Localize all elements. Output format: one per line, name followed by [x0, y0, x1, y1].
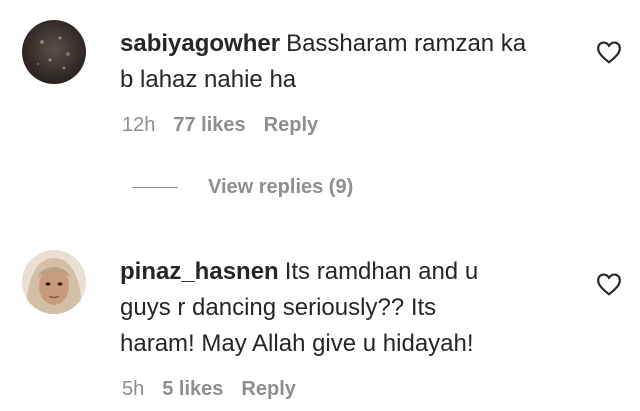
view-replies-label[interactable]: View replies (9) [208, 176, 353, 198]
comment-username[interactable]: sabiyagowher [120, 30, 280, 57]
comment-likes[interactable]: 5 likes [162, 378, 223, 400]
comment-time: 12h [122, 114, 156, 136]
heart-outline-icon[interactable] [596, 40, 622, 64]
avatar[interactable] [22, 20, 86, 84]
comment-body: sabiyagowher Bassharam ramzan ka b lahaz … [120, 26, 580, 98]
reply-button[interactable]: Reply [241, 378, 295, 400]
comment-item: sabiyagowher Bassharam ramzan ka b lahaz … [0, 0, 640, 170]
comment-text: haram! May Allah give u hidayah! [120, 330, 474, 357]
comment-text: guys r dancing seriously?? Its [120, 294, 437, 321]
comment-body: pinaz_hasnen Its ramdhan and u guys r dan… [120, 254, 590, 362]
comment-text: b lahaz nahie ha [120, 66, 297, 93]
view-replies-button[interactable]: View replies (9) [132, 176, 353, 199]
comment-meta: 12h 77 likes Reply [122, 114, 336, 137]
comment-username[interactable]: pinaz_hasnen [120, 258, 279, 285]
comment-likes[interactable]: 77 likes [173, 114, 245, 136]
divider-line [132, 187, 178, 189]
reply-button[interactable]: Reply [264, 114, 318, 136]
comment-item: pinaz_hasnen Its ramdhan and u guys r dan… [0, 240, 640, 411]
comment-text: Bassharam ramzan ka [286, 30, 527, 57]
comment-time: 5h [122, 378, 145, 400]
comment-meta: 5h 5 likes Reply [122, 378, 314, 401]
comment-text: Its ramdhan and u [284, 258, 479, 285]
heart-outline-icon[interactable] [596, 272, 622, 296]
avatar[interactable] [22, 250, 86, 314]
